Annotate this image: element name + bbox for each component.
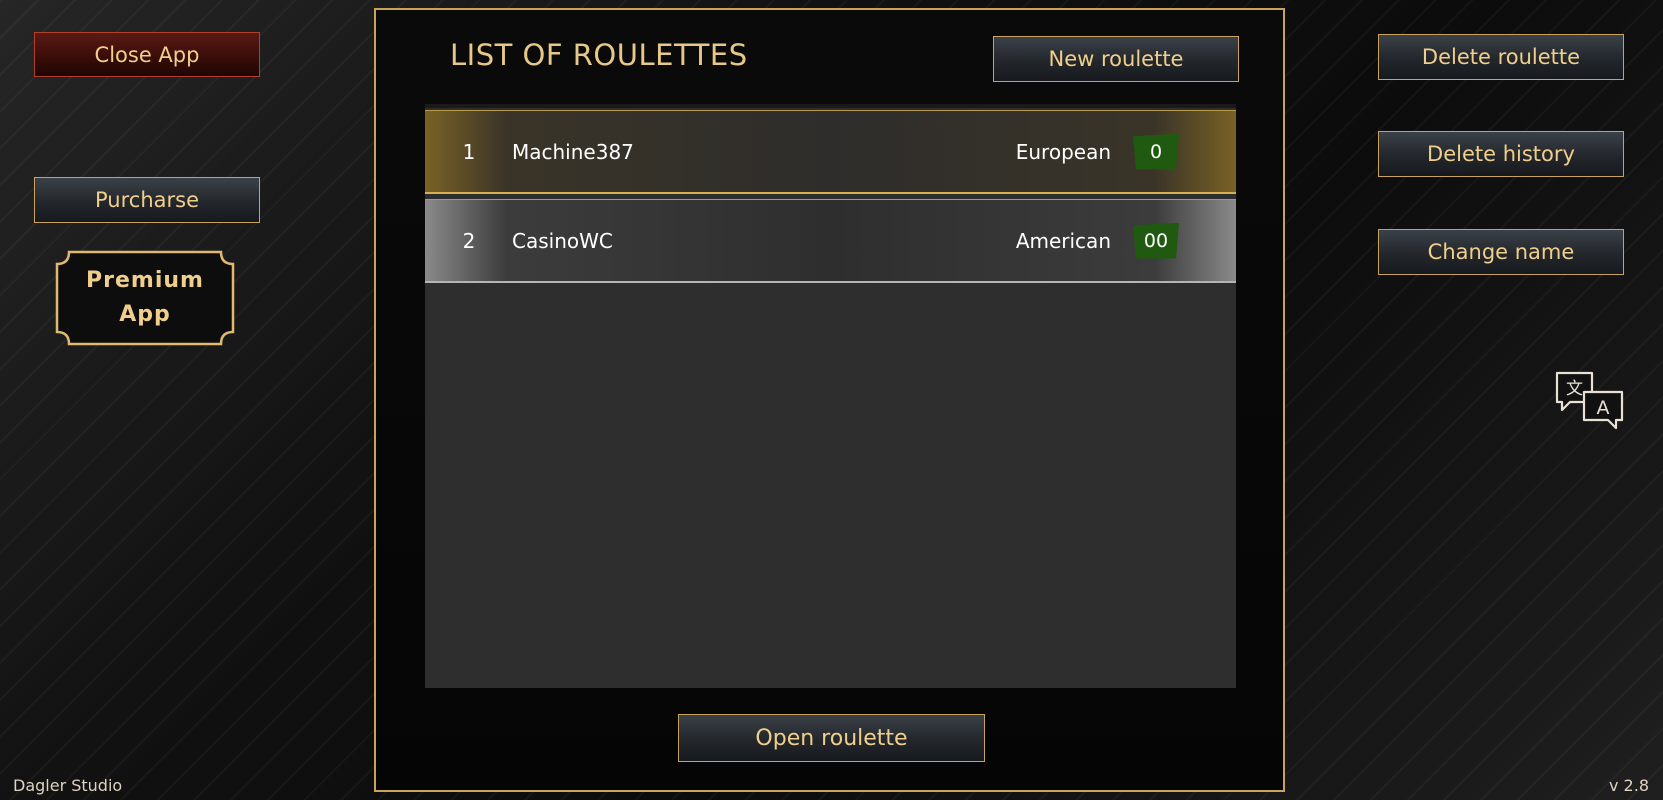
translate-icon[interactable]: 文 A: [1554, 370, 1626, 432]
row-type: American: [1015, 228, 1111, 253]
delete-history-button[interactable]: Delete history: [1378, 131, 1624, 177]
row-index: 1: [462, 139, 476, 164]
zero-badge: 00: [1133, 222, 1179, 259]
roulette-row[interactable]: 2 CasinoWC American 00: [425, 199, 1236, 283]
open-roulette-button[interactable]: Open roulette: [678, 714, 985, 762]
new-roulette-button[interactable]: New roulette: [993, 36, 1239, 82]
row-name: CasinoWC: [512, 228, 613, 253]
row-index: 2: [462, 228, 476, 253]
studio-label: Dagler Studio: [13, 776, 123, 795]
premium-app-badge[interactable]: Premium App: [55, 250, 235, 346]
row-name: Machine387: [512, 139, 634, 164]
delete-roulette-button[interactable]: Delete roulette: [1378, 34, 1624, 80]
zero-badge: 0: [1133, 133, 1179, 170]
version-label: v 2.8: [1609, 776, 1649, 795]
panel-title: LIST OF ROULETTES: [450, 38, 748, 72]
close-app-button[interactable]: Close App: [34, 32, 260, 77]
roulette-list-panel: LIST OF ROULETTES New roulette 1 Machine…: [374, 8, 1285, 792]
roulette-row-selected[interactable]: 1 Machine387 European 0: [425, 110, 1236, 194]
premium-label-line1: Premium: [86, 268, 204, 293]
change-name-button[interactable]: Change name: [1378, 229, 1624, 275]
roulette-list: 1 Machine387 European 0 2 CasinoWC Ameri…: [425, 104, 1236, 688]
premium-label-line2: App: [119, 302, 171, 327]
purchase-button[interactable]: Purcharse: [34, 177, 260, 223]
row-type: European: [1015, 139, 1111, 164]
svg-text:A: A: [1597, 397, 1610, 419]
svg-text:文: 文: [1566, 379, 1583, 399]
